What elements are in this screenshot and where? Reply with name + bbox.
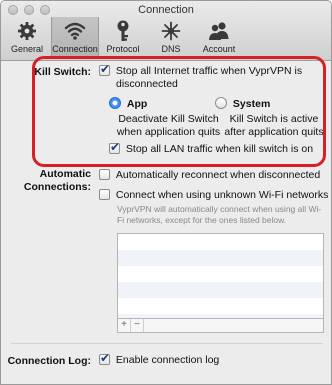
list-row xyxy=(118,298,323,314)
unknown-wifi-checkbox[interactable] xyxy=(99,189,110,200)
section-divider xyxy=(11,343,323,344)
system-desc-line2: after application quits xyxy=(224,126,324,138)
stop-internet-label-cont: disconnected xyxy=(116,78,178,90)
system-description: Kill Switch is active after application … xyxy=(223,113,325,139)
auto-reconnect-label: Automatically reconnect when disconnecte… xyxy=(115,169,321,181)
wifi-note: VyprVPN will automatically connect when … xyxy=(117,204,322,225)
tab-protocol[interactable]: Protocol xyxy=(99,17,147,57)
tab-dns[interactable]: DNS xyxy=(147,17,195,57)
tab-general-label: General xyxy=(10,44,44,54)
window-title: Connection xyxy=(138,4,194,16)
stop-internet-checkbox[interactable] xyxy=(99,62,110,76)
add-network-button[interactable]: + xyxy=(118,319,131,332)
stop-internet-option[interactable]: Stop all Internet traffic when VyprVPN i… xyxy=(99,62,303,77)
automatic-label-line1: Automatic xyxy=(39,168,91,180)
app-radio-label: App xyxy=(126,98,148,110)
system-radio[interactable] xyxy=(215,97,227,109)
list-row xyxy=(118,282,323,298)
list-row xyxy=(118,250,323,266)
gear-icon xyxy=(16,20,38,42)
system-desc-line1: Kill Switch is active xyxy=(229,113,319,125)
tab-connection[interactable]: Connection xyxy=(51,17,99,57)
tab-dns-label: DNS xyxy=(161,44,181,54)
list-row xyxy=(118,234,323,250)
app-description: Deactivate Kill Switch when application … xyxy=(116,113,221,139)
key-icon xyxy=(112,20,134,42)
stop-lan-label: Stop all LAN traffic when kill switch is… xyxy=(125,143,314,155)
system-radio-option[interactable]: System xyxy=(215,97,270,110)
title-bar: Connection General Connection Protocol D… xyxy=(1,1,331,61)
remove-network-button[interactable]: − xyxy=(131,319,144,332)
list-row xyxy=(118,266,323,282)
preferences-window: Connection General Connection Protocol D… xyxy=(0,0,332,385)
list-controls: + − xyxy=(117,319,324,333)
unknown-wifi-label: Connect when using unknown Wi-Fi network… xyxy=(115,189,329,201)
unknown-wifi-option[interactable]: Connect when using unknown Wi-Fi network… xyxy=(99,189,328,201)
tab-account-label: Account xyxy=(202,44,236,54)
app-desc-line1: Deactivate Kill Switch xyxy=(118,113,219,125)
kill-switch-label: Kill Switch: xyxy=(34,66,91,78)
connection-log-label: Connection Log: xyxy=(7,355,91,367)
enable-log-label: Enable connection log xyxy=(115,354,220,366)
automatic-connections-label: Automatic Connections: xyxy=(24,168,91,194)
tab-connection-label: Connection xyxy=(52,44,98,54)
stop-internet-label: Stop all Internet traffic when VyprVPN i… xyxy=(115,65,303,77)
enable-log-option[interactable]: Enable connection log xyxy=(99,351,220,366)
app-radio-option[interactable]: App xyxy=(109,97,147,110)
wifi-networks-list[interactable] xyxy=(117,233,324,319)
tab-account[interactable]: Account xyxy=(195,17,243,57)
stop-lan-option[interactable]: Stop all LAN traffic when kill switch is… xyxy=(109,140,314,155)
connection-pane: Kill Switch: Stop all Internet traffic w… xyxy=(1,56,331,384)
automatic-label-line2: Connections: xyxy=(23,181,91,193)
auto-reconnect-option[interactable]: Automatically reconnect when disconnecte… xyxy=(99,169,320,181)
wifi-icon xyxy=(64,20,86,42)
account-icon xyxy=(208,20,230,42)
tab-general[interactable]: General xyxy=(3,17,51,57)
stop-lan-checkbox[interactable] xyxy=(109,140,120,154)
system-radio-label: System xyxy=(232,98,271,110)
tab-protocol-label: Protocol xyxy=(106,44,140,54)
auto-reconnect-checkbox[interactable] xyxy=(99,169,110,180)
app-radio[interactable] xyxy=(109,97,121,109)
app-desc-line2: when application quits xyxy=(116,126,221,138)
enable-log-checkbox[interactable] xyxy=(99,351,110,365)
preferences-toolbar: General Connection Protocol DNS Account xyxy=(3,17,243,57)
dns-icon xyxy=(160,20,182,42)
